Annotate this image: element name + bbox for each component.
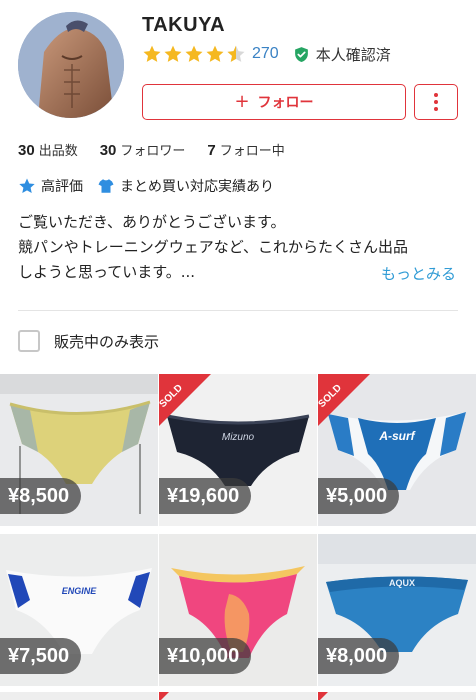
- stat-label: フォロー中: [219, 144, 285, 159]
- badge-label: 高評価: [41, 179, 83, 195]
- stat-listings[interactable]: 30 出品数: [18, 140, 78, 159]
- star-icon: [143, 45, 161, 62]
- verified-label: 本人確認済: [315, 45, 391, 64]
- badge-bulk-purchase: まとめ買い対応実績あり: [97, 176, 274, 196]
- avatar-image: [18, 12, 124, 118]
- item-tile[interactable]: Mizuno SOLD ¥19,600: [159, 374, 317, 526]
- filter-label: 販売中のみ表示: [54, 332, 160, 351]
- badge-high-rating: 高評価: [18, 176, 83, 196]
- shirt-badge-icon: [98, 179, 114, 193]
- item-tile[interactable]: ¥8,500: [0, 374, 158, 526]
- item-price: ¥8,500: [0, 478, 82, 514]
- item-price: ¥5,000: [318, 478, 400, 514]
- brand-print: ENGINE: [62, 586, 98, 596]
- item-price: ¥8,000: [318, 638, 400, 674]
- kebab-dot-icon: [434, 93, 438, 97]
- sold-badge-icon: SOLD: [318, 374, 370, 426]
- stat-label: フォロワー: [120, 144, 186, 159]
- star-icon: [164, 45, 182, 62]
- verified-shield-icon: [294, 46, 308, 62]
- stat-number: 30: [99, 142, 117, 159]
- username: TAKUYA: [142, 14, 226, 36]
- badge-label: まとめ買い対応実績あり: [120, 179, 274, 195]
- sold-badge-icon: SOLD: [159, 374, 211, 426]
- divider: [18, 310, 458, 311]
- kebab-dot-icon: [434, 107, 438, 111]
- rating-row[interactable]: 270 本人確認済: [142, 43, 391, 65]
- sold-ribbon: [318, 692, 328, 700]
- item-tile[interactable]: ¥10,000: [159, 534, 317, 686]
- brand-print: AQUX: [389, 578, 415, 588]
- plus-icon: +: [234, 91, 250, 112]
- star-icon: [206, 45, 224, 62]
- item-tile[interactable]: [0, 692, 158, 700]
- half-star-icon: [227, 45, 245, 62]
- kebab-dot-icon: [434, 100, 438, 104]
- stat-label: 出品数: [38, 144, 78, 159]
- sold-ribbon: SOLD: [159, 374, 211, 426]
- item-tile[interactable]: AQUX ¥8,000: [318, 534, 476, 686]
- item-tile[interactable]: A-surf SOLD ¥5,000: [318, 374, 476, 526]
- rating-count[interactable]: 270: [252, 45, 279, 63]
- follow-label: フォロー: [257, 95, 314, 111]
- bio-line: ご覧いただき、ありがとうございます。: [18, 213, 286, 231]
- star-icon: [185, 45, 203, 62]
- on-sale-checkbox[interactable]: [18, 330, 40, 352]
- profile-stats: 30 出品数 30 フォロワー 7 フォロー中: [18, 140, 307, 159]
- more-options-button[interactable]: [414, 84, 458, 120]
- brand-print: A-surf: [378, 429, 415, 443]
- stat-following[interactable]: 7 フォロー中: [207, 140, 284, 159]
- avatar[interactable]: [18, 12, 124, 118]
- sold-ribbon: [159, 692, 169, 700]
- item-tile[interactable]: [159, 692, 317, 700]
- show-more-link[interactable]: もっとみる: [381, 263, 456, 284]
- item-price: ¥7,500: [0, 638, 82, 674]
- item-tile[interactable]: ENGINE ¥7,500: [0, 534, 158, 686]
- star-badge-icon: [19, 178, 35, 194]
- seller-badges: 高評価 まとめ買い対応実績あり: [18, 176, 288, 196]
- rating-stars: [142, 44, 246, 64]
- item-price: ¥10,000: [159, 638, 252, 674]
- item-price: ¥19,600: [159, 478, 252, 514]
- verified-badge: 本人確認済: [293, 44, 391, 65]
- brand-print: Mizuno: [222, 432, 255, 443]
- bio-line: 競パンやトレーニングウェアなど、これからたくさん出品: [18, 238, 409, 256]
- stat-number: 7: [207, 142, 216, 159]
- stat-number: 30: [18, 142, 35, 159]
- on-sale-only-filter[interactable]: 販売中のみ表示: [18, 330, 159, 352]
- stat-followers[interactable]: 30 フォロワー: [100, 140, 186, 159]
- item-tile[interactable]: [318, 692, 476, 700]
- follow-button[interactable]: + フォロー: [142, 84, 406, 120]
- sold-ribbon: SOLD: [318, 374, 370, 426]
